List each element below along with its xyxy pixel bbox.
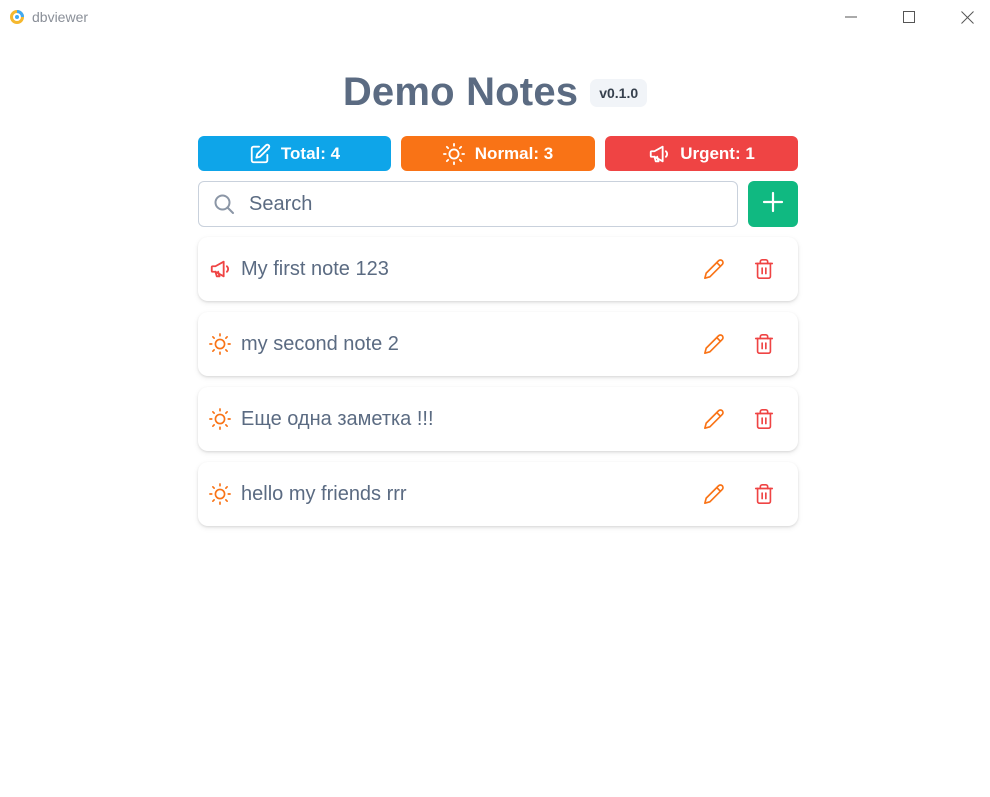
search-box — [198, 181, 738, 227]
minimize-icon[interactable] — [822, 0, 880, 34]
note-text: hello my friends rrr — [241, 482, 407, 505]
megaphone-icon — [209, 258, 231, 280]
edit-icon[interactable] — [702, 257, 726, 281]
note-text: my second note 2 — [241, 332, 399, 355]
version-badge: v0.1.0 — [590, 79, 648, 107]
trash-icon[interactable] — [752, 482, 776, 506]
edit-icon[interactable] — [702, 332, 726, 356]
trash-icon[interactable] — [752, 332, 776, 356]
note-item[interactable]: hello my friends rrr — [198, 462, 798, 526]
sun-icon — [209, 333, 231, 355]
trash-icon[interactable] — [752, 407, 776, 431]
maximize-icon[interactable] — [880, 0, 938, 34]
trash-icon[interactable] — [752, 257, 776, 281]
note-text: My first note 123 — [241, 257, 389, 280]
app-logo-icon — [9, 9, 25, 25]
sun-icon — [209, 408, 231, 430]
page-header: Demo Notes v0.1.0 — [0, 66, 990, 118]
note-item[interactable]: my second note 2 — [198, 312, 798, 376]
urgent-count-badge[interactable]: Urgent: 1 — [605, 136, 798, 171]
edit-icon[interactable] — [702, 482, 726, 506]
note-text: Еще одна заметка !!! — [241, 407, 434, 430]
sun-icon — [442, 142, 465, 165]
sun-icon — [209, 483, 231, 505]
total-count-label: Total: 4 — [280, 143, 341, 163]
normal-count-badge[interactable]: Normal: 3 — [401, 136, 595, 171]
search-icon — [212, 192, 236, 216]
plus-icon — [761, 190, 785, 219]
window-title: dbviewer — [32, 9, 89, 25]
close-icon[interactable] — [938, 0, 990, 34]
normal-count-label: Normal: 3 — [474, 143, 554, 163]
total-count-badge[interactable]: Total: 4 — [198, 136, 391, 171]
add-note-button[interactable] — [748, 181, 798, 227]
note-item[interactable]: Еще одна заметка !!! — [198, 387, 798, 451]
edit-square-icon — [249, 143, 271, 165]
page-title: Demo Notes — [342, 69, 579, 114]
search-input[interactable] — [249, 192, 709, 216]
urgent-count-label: Urgent: 1 — [680, 143, 755, 163]
megaphone-icon — [648, 143, 670, 165]
title-bar: dbviewer — [0, 0, 990, 34]
edit-icon[interactable] — [702, 407, 726, 431]
note-item[interactable]: My first note 123 — [198, 237, 798, 301]
